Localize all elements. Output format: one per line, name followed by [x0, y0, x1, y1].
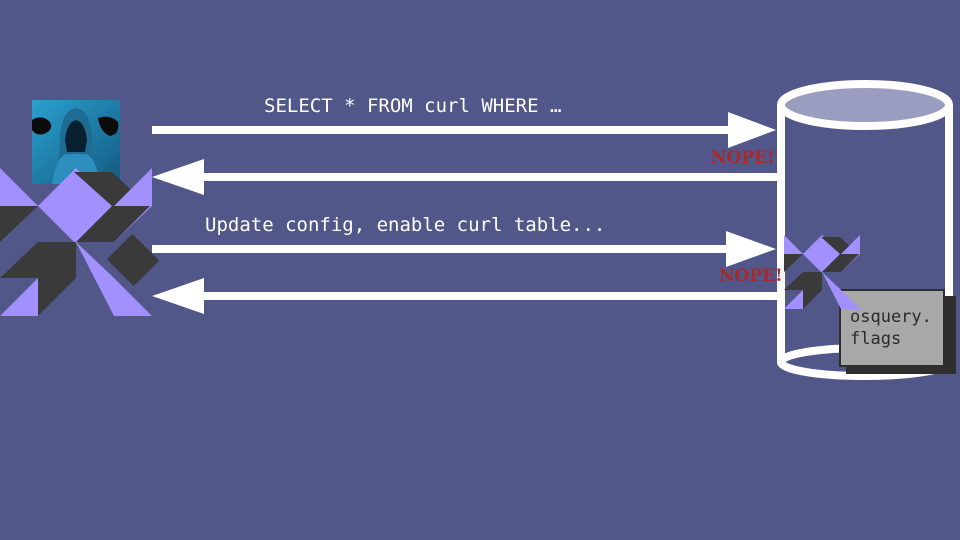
config-file-name-line2: flags: [850, 329, 902, 349]
diagram-canvas: [0, 80, 956, 380]
query-arrow: [152, 112, 776, 148]
reply-arrow-2: [152, 278, 778, 314]
osquery-logo-icon: [0, 168, 160, 316]
update-label: Update config, enable curl table...: [205, 214, 606, 236]
update-arrow: [152, 231, 776, 267]
config-file-name: osquery. flags: [850, 306, 932, 350]
nope-label-2: NOPE!: [719, 266, 783, 286]
nope-label-1: NOPE!: [711, 148, 775, 168]
reply-arrow-1: [152, 159, 778, 195]
query-label: SELECT * FROM curl WHERE …: [264, 95, 562, 117]
config-file-name-line1: osquery.: [850, 307, 932, 327]
